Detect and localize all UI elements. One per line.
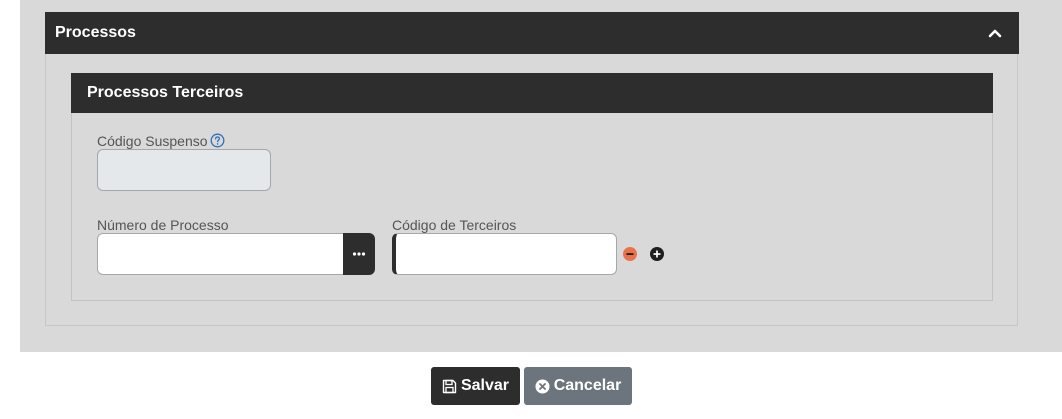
numero-processo-label: Número de Processo: [97, 217, 229, 233]
save-button-label: Salvar: [460, 377, 510, 394]
processos-terceiros-header: Processos Terceiros: [71, 73, 993, 113]
codigo-terceiros-input[interactable]: [392, 233, 617, 275]
add-row-button[interactable]: [650, 247, 664, 261]
numero-processo-input[interactable]: [97, 233, 344, 275]
remove-row-button[interactable]: [623, 247, 637, 261]
plus-circle-icon: [653, 250, 661, 258]
x-circle-icon: [535, 379, 550, 394]
subpanel-title: Processos Terceiros: [87, 84, 244, 101]
chevron-up-icon[interactable]: [987, 25, 1003, 41]
processos-panel-header[interactable]: Processos: [45, 12, 1019, 54]
codigo-suspenso-label-group: Código Suspenso: [97, 133, 225, 149]
save-button[interactable]: Salvar: [431, 367, 520, 405]
cancel-button-label: Cancelar: [553, 377, 622, 394]
codigo-terceiros-label: Código de Terceiros: [392, 217, 517, 233]
panel-title: Processos: [55, 24, 136, 41]
question-circle-icon[interactable]: [210, 133, 225, 148]
codigo-suspenso-label: Código Suspenso: [97, 133, 208, 149]
minus-circle-icon: [626, 253, 634, 255]
ellipsis-icon: [352, 252, 366, 256]
codigo-suspenso-input: [97, 149, 271, 191]
cancel-button[interactable]: Cancelar: [524, 367, 632, 405]
floppy-disk-icon: [442, 379, 457, 394]
numero-processo-lookup-button[interactable]: [343, 233, 375, 275]
